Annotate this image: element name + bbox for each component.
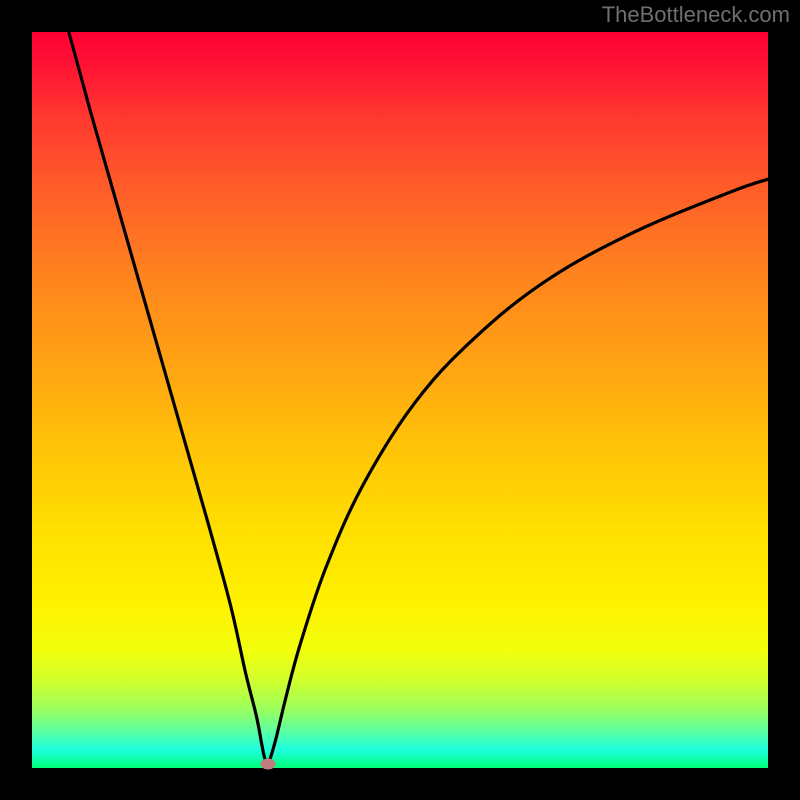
plot-area (32, 32, 768, 768)
optimal-point-marker (260, 758, 275, 769)
curve-svg (32, 32, 768, 768)
watermark-text: TheBottleneck.com (602, 2, 790, 28)
bottleneck-curve (69, 32, 768, 764)
chart-container: TheBottleneck.com (0, 0, 800, 800)
